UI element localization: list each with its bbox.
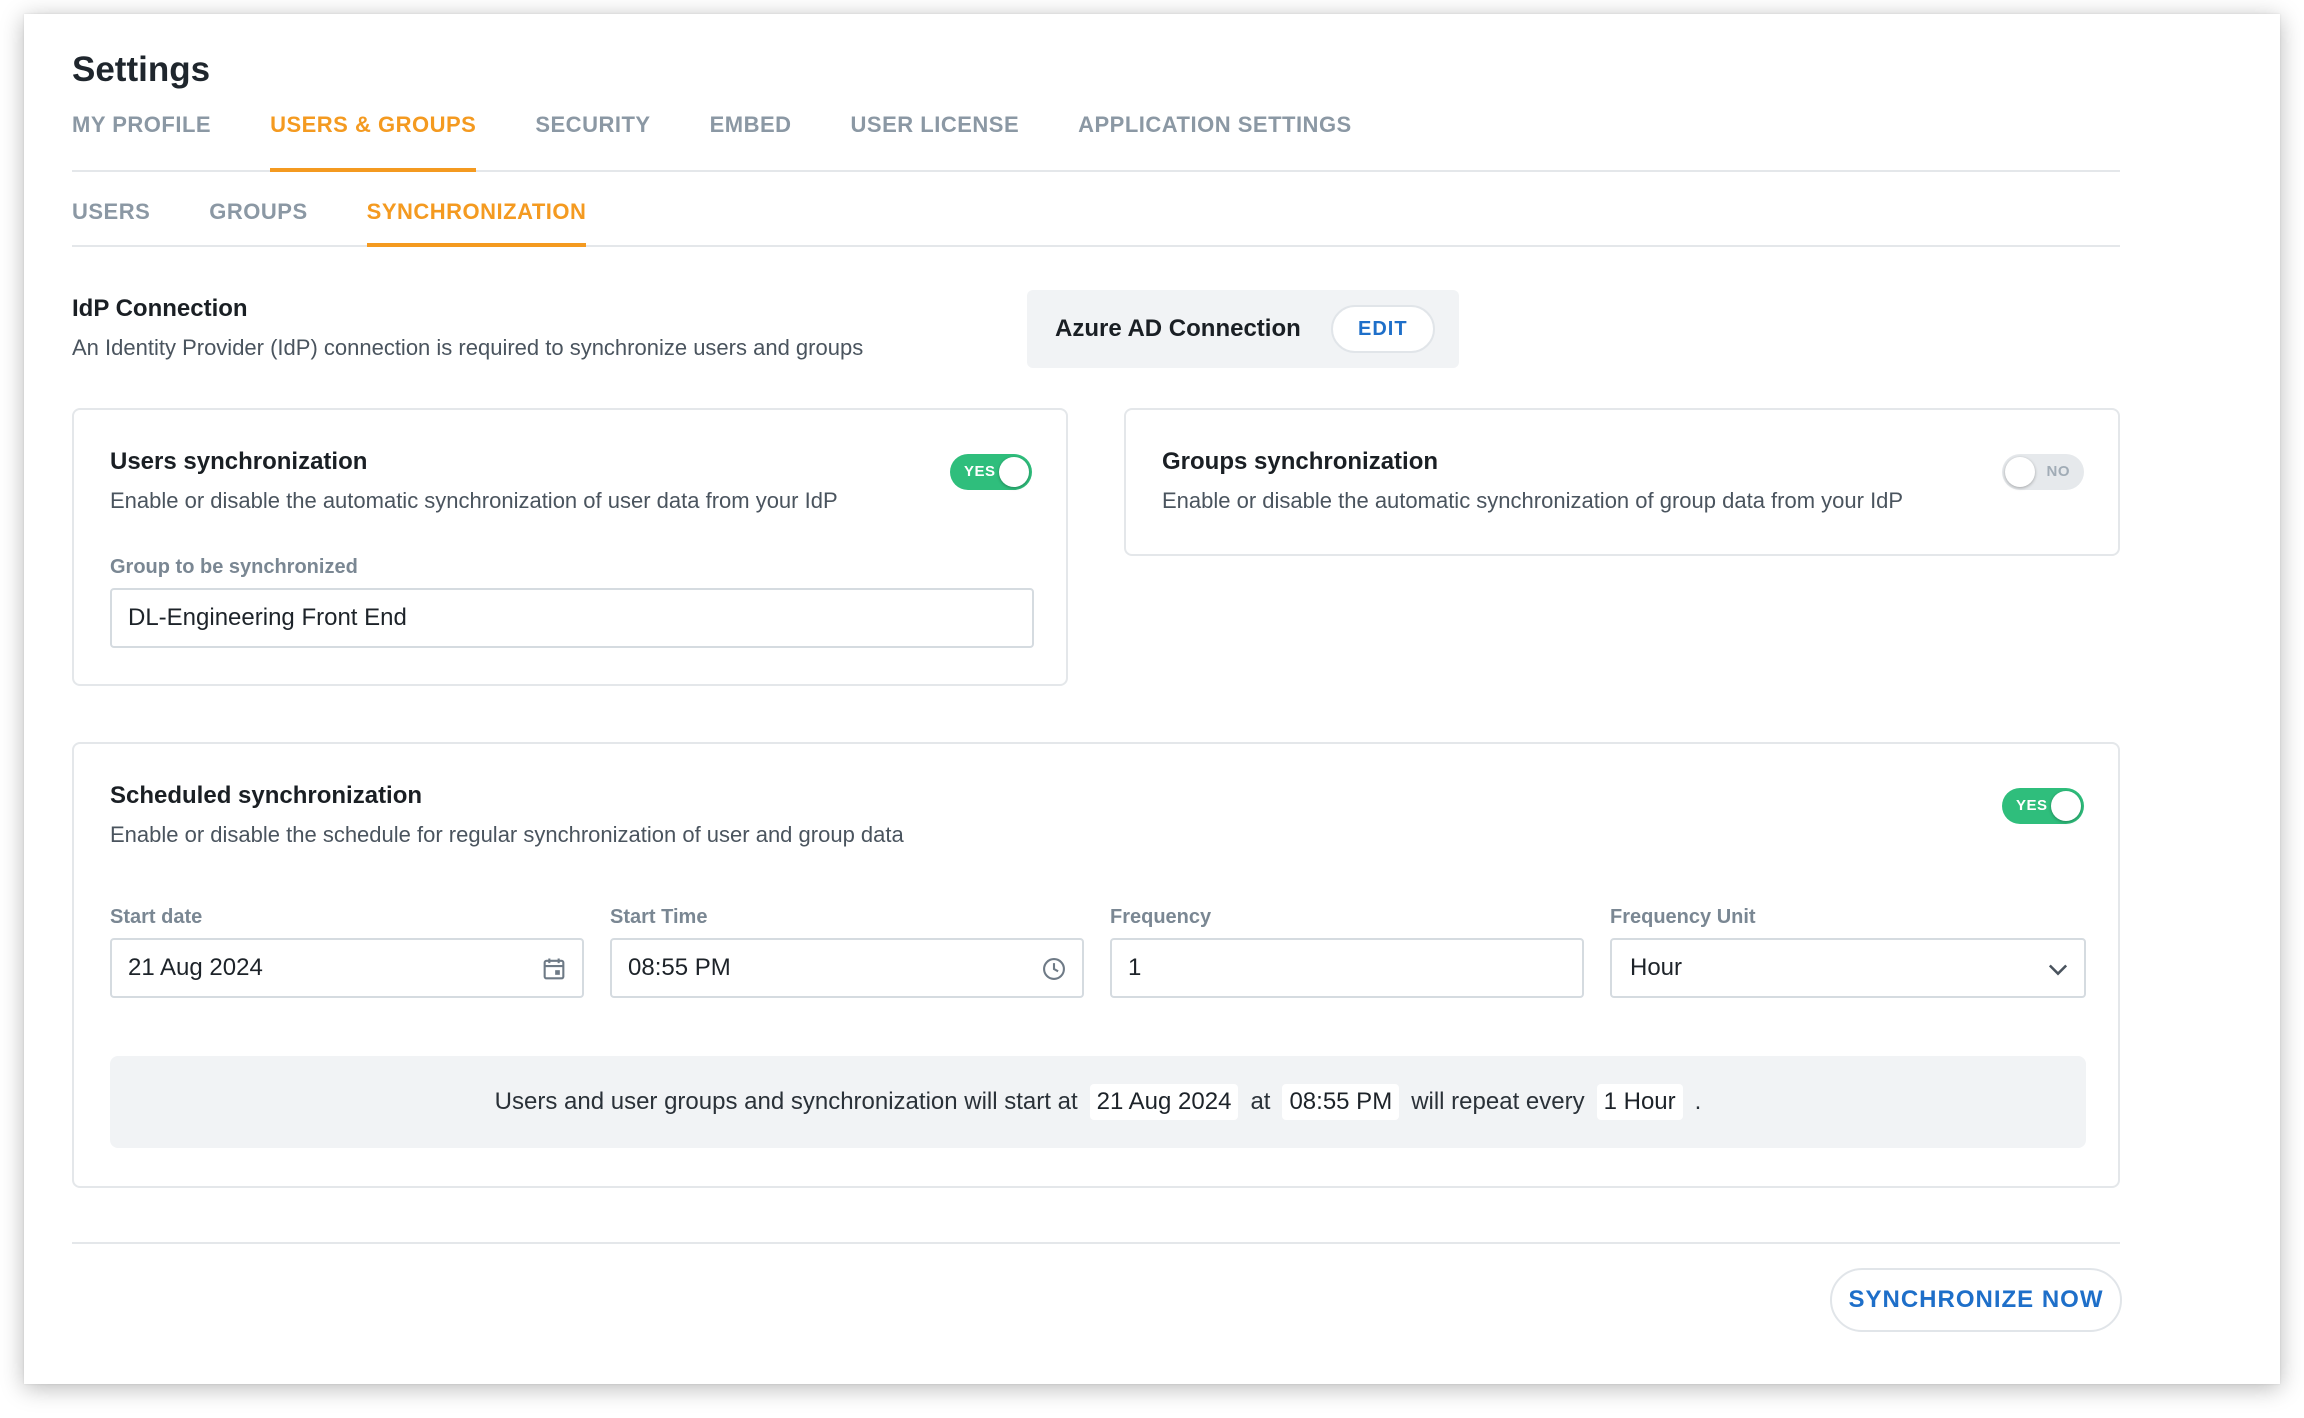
users-sync-title: Users synchronization	[110, 448, 368, 475]
tab-embed[interactable]: EMBED	[710, 96, 792, 170]
scheduled-sync-card: Scheduled synchronization Enable or disa…	[72, 742, 2120, 1188]
idp-title: IdP Connection	[72, 295, 248, 322]
summary-suffix: .	[1694, 1088, 1702, 1115]
users-sync-description: Enable or disable the automatic synchron…	[110, 488, 838, 513]
frequency-unit-select[interactable]: Hour	[1610, 938, 2086, 998]
toggle-knob	[2005, 457, 2035, 487]
start-time-value: 08:55 PM	[628, 954, 731, 981]
users-sync-toggle[interactable]: YES	[950, 454, 1032, 490]
settings-content: Settings MY PROFILE USERS & GROUPS SECUR…	[72, 44, 2120, 427]
footer-divider	[72, 1242, 2120, 1244]
users-sync-toggle-label: YES	[964, 463, 996, 480]
groups-sync-toggle[interactable]: NO	[2002, 454, 2084, 490]
subtab-groups[interactable]: GROUPS	[209, 172, 307, 245]
scheduled-sync-title: Scheduled synchronization	[110, 782, 423, 809]
summary-at: at	[1250, 1088, 1271, 1115]
schedule-summary: Users and user groups and synchronizatio…	[110, 1056, 2086, 1148]
start-date-input[interactable]: 21 Aug 2024	[110, 938, 584, 998]
idp-connection-section: IdP Connection An Identity Provider (IdP…	[72, 247, 2120, 427]
summary-prefix: Users and user groups and synchronizatio…	[494, 1088, 1078, 1115]
users-sync-card: Users synchronization Enable or disable …	[72, 408, 1068, 686]
synchronize-now-button[interactable]: SYNCHRONIZE NOW	[1830, 1268, 2122, 1332]
group-to-sync-input[interactable]: DL-Engineering Front End	[110, 588, 1034, 648]
edit-connection-button[interactable]: EDIT	[1330, 305, 1435, 353]
start-date-value: 21 Aug 2024	[128, 954, 263, 981]
summary-interval: 1 Hour	[1596, 1084, 1683, 1120]
idp-connection-label: Azure AD Connection	[1055, 315, 1301, 342]
page-title: Settings	[72, 50, 211, 89]
tab-users-groups[interactable]: USERS & GROUPS	[270, 96, 477, 172]
subtab-synchronization[interactable]: SYNCHRONIZATION	[366, 172, 587, 247]
summary-repeat: will repeat every	[1411, 1088, 1585, 1115]
tab-security[interactable]: SECURITY	[535, 96, 650, 170]
frequency-unit-label: Frequency Unit	[1610, 906, 1756, 928]
tab-my-profile[interactable]: MY PROFILE	[72, 96, 211, 170]
groups-sync-card: Groups synchronization Enable or disable…	[1124, 408, 2120, 556]
calendar-icon[interactable]	[540, 955, 568, 983]
start-date-label: Start date	[110, 906, 203, 928]
settings-window: Settings MY PROFILE USERS & GROUPS SECUR…	[24, 14, 2280, 1384]
main-tabs: MY PROFILE USERS & GROUPS SECURITY EMBED…	[72, 96, 2120, 172]
start-time-input[interactable]: 08:55 PM	[610, 938, 1084, 998]
frequency-unit-value: Hour	[1630, 954, 1683, 981]
chevron-down-icon	[2048, 964, 2068, 976]
toggle-knob	[999, 457, 1029, 487]
groups-sync-toggle-label: NO	[2046, 463, 2070, 480]
scheduled-sync-toggle[interactable]: YES	[2002, 788, 2084, 824]
tab-application-settings[interactable]: APPLICATION SETTINGS	[1078, 96, 1352, 170]
tab-user-license[interactable]: USER LICENSE	[851, 96, 1020, 170]
frequency-label: Frequency	[1110, 906, 1212, 928]
subtab-users[interactable]: USERS	[72, 172, 150, 245]
frequency-input[interactable]: 1	[1110, 938, 1584, 998]
scheduled-sync-description: Enable or disable the schedule for regul…	[110, 822, 904, 847]
summary-time: 08:55 PM	[1282, 1084, 1400, 1120]
clock-icon[interactable]	[1040, 955, 1068, 983]
start-time-label: Start Time	[610, 906, 708, 928]
sub-tabs: USERS GROUPS SYNCHRONIZATION	[72, 172, 2120, 247]
idp-description: An Identity Provider (IdP) connection is…	[72, 335, 864, 360]
groups-sync-title: Groups synchronization	[1162, 448, 1439, 475]
toggle-knob	[2051, 791, 2081, 821]
summary-date: 21 Aug 2024	[1089, 1084, 1239, 1120]
idp-connection-box: Azure AD Connection EDIT	[1027, 290, 1459, 368]
groups-sync-description: Enable or disable the automatic synchron…	[1162, 488, 1904, 513]
scheduled-sync-toggle-label: YES	[2016, 797, 2048, 814]
group-to-sync-label: Group to be synchronized	[110, 556, 358, 578]
